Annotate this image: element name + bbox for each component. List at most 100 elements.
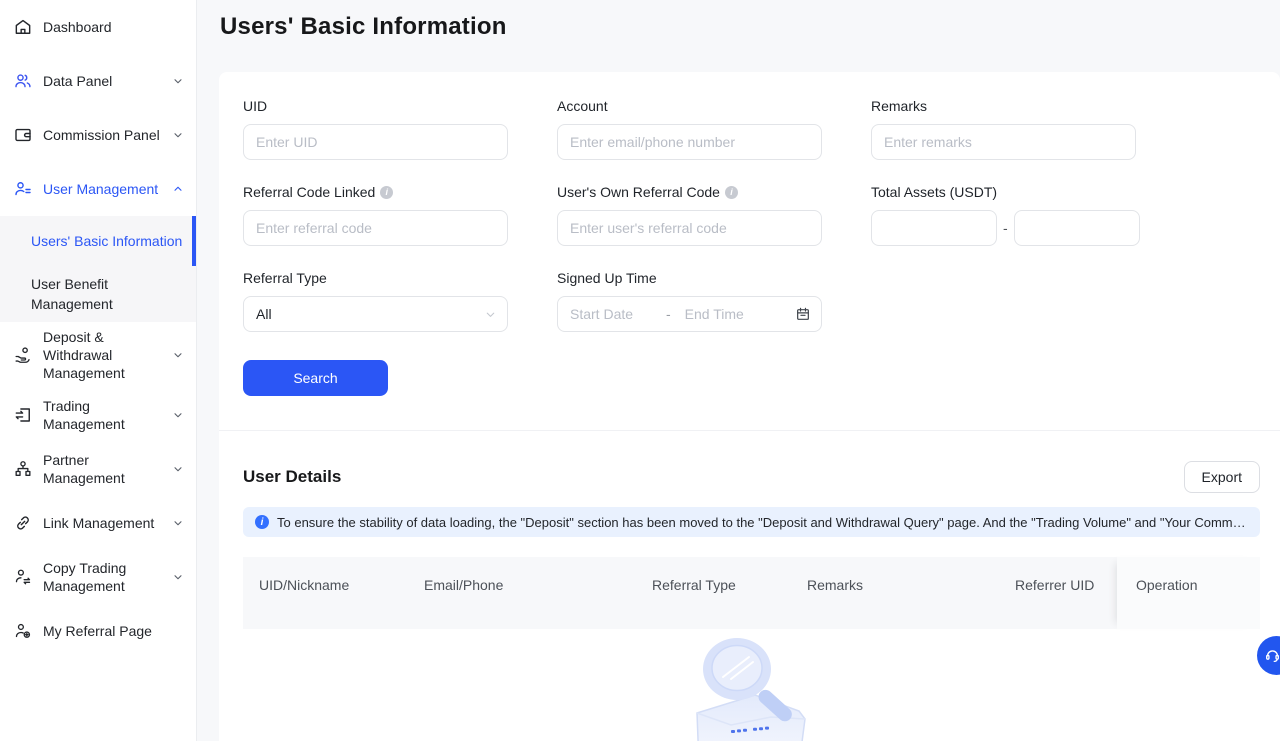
sidebar-item-commission-panel[interactable]: Commission Panel bbox=[0, 108, 196, 162]
table-header-row: UID/Nickname Email/Phone Referral Type R… bbox=[243, 557, 1260, 629]
chevron-down-icon bbox=[172, 516, 186, 530]
filter-form: UID Account Remarks Referral Code Linked… bbox=[219, 72, 1280, 430]
sidebar-item-my-referral-page[interactable]: My Referral Page bbox=[0, 604, 196, 658]
info-icon: i bbox=[255, 515, 269, 529]
total-assets-range: - bbox=[871, 210, 1136, 246]
referral-code-linked-input[interactable] bbox=[243, 210, 508, 246]
signed-up-time-group: Signed Up Time - bbox=[557, 270, 822, 332]
user-arrows-icon bbox=[12, 566, 34, 588]
notice-banner: i To ensure the stability of data loadin… bbox=[243, 507, 1260, 537]
user-management-submenu: Users' Basic Information User Benefit Ma… bbox=[0, 216, 196, 322]
column-operation: Operation bbox=[1117, 557, 1260, 629]
sidebar-item-deposit-withdrawal-management[interactable]: Deposit & Withdrawal Management bbox=[0, 322, 196, 388]
uid-label: UID bbox=[243, 98, 508, 114]
chevron-down-icon bbox=[172, 570, 186, 584]
page-title: Users' Basic Information bbox=[220, 13, 1280, 41]
total-assets-label: Total Assets (USDT) bbox=[871, 184, 1136, 200]
own-referral-code-label: User's Own Referral Code i bbox=[557, 184, 822, 200]
total-assets-group: Total Assets (USDT) - bbox=[871, 184, 1136, 246]
own-referral-code-label-text: User's Own Referral Code bbox=[557, 184, 720, 200]
own-referral-code-input[interactable] bbox=[557, 210, 822, 246]
column-email-phone: Email/Phone bbox=[408, 557, 636, 629]
remarks-label: Remarks bbox=[871, 98, 1136, 114]
user-plus-icon bbox=[12, 620, 34, 642]
user-list-icon bbox=[12, 178, 34, 200]
sidebar: Dashboard Data Panel Commission Panel Us… bbox=[0, 0, 197, 741]
column-referral-type: Referral Type bbox=[636, 557, 791, 629]
sidebar-item-users-basic-information[interactable]: Users' Basic Information bbox=[0, 216, 196, 266]
referral-code-linked-label: Referral Code Linked i bbox=[243, 184, 508, 200]
referral-code-linked-label-text: Referral Code Linked bbox=[243, 184, 375, 200]
info-icon[interactable]: i bbox=[380, 186, 393, 199]
hand-coin-icon bbox=[12, 344, 34, 366]
uid-input[interactable] bbox=[243, 124, 508, 160]
referral-type-value: All bbox=[256, 306, 272, 322]
main-content: Users' Basic Information UID Account Rem… bbox=[197, 0, 1280, 741]
chevron-down-icon bbox=[172, 74, 186, 88]
sidebar-item-label: Deposit & Withdrawal Management bbox=[43, 328, 168, 382]
table-body-empty bbox=[243, 629, 1260, 741]
sidebar-item-label: User Management bbox=[43, 180, 168, 198]
user-details-title: User Details bbox=[243, 467, 341, 487]
chevron-down-icon bbox=[172, 462, 186, 476]
sidebar-item-dashboard[interactable]: Dashboard bbox=[0, 0, 196, 54]
total-assets-min-input[interactable] bbox=[871, 210, 997, 246]
sidebar-item-label: Trading Management bbox=[43, 397, 168, 433]
sidebar-item-label: Users' Basic Information bbox=[31, 231, 183, 251]
sidebar-item-user-management[interactable]: User Management bbox=[0, 162, 196, 216]
chevron-down-icon bbox=[484, 308, 497, 321]
content-card: UID Account Remarks Referral Code Linked… bbox=[219, 72, 1280, 741]
uid-field-group: UID bbox=[243, 98, 508, 160]
sidebar-item-data-panel[interactable]: Data Panel bbox=[0, 54, 196, 108]
column-uid-nickname: UID/Nickname bbox=[243, 557, 408, 629]
column-remarks: Remarks bbox=[791, 557, 999, 629]
sidebar-item-trading-management[interactable]: Trading Management bbox=[0, 388, 196, 442]
sidebar-item-user-benefit-management[interactable]: User Benefit Management bbox=[0, 266, 196, 322]
chevron-up-icon bbox=[172, 182, 186, 196]
referral-type-group: Referral Type All bbox=[243, 270, 508, 332]
chevron-down-icon bbox=[172, 128, 186, 142]
chevron-down-icon bbox=[172, 408, 186, 422]
start-date-input[interactable] bbox=[570, 306, 648, 322]
sidebar-item-link-management[interactable]: Link Management bbox=[0, 496, 196, 550]
sidebar-item-label: User Benefit Management bbox=[31, 274, 183, 314]
total-assets-max-input[interactable] bbox=[1014, 210, 1140, 246]
org-chart-icon bbox=[12, 458, 34, 480]
remarks-input[interactable] bbox=[871, 124, 1136, 160]
referral-type-label: Referral Type bbox=[243, 270, 508, 286]
search-button[interactable]: Search bbox=[243, 360, 388, 396]
export-button[interactable]: Export bbox=[1184, 461, 1260, 493]
wallet-icon bbox=[12, 124, 34, 146]
calendar-icon[interactable] bbox=[795, 306, 811, 322]
sidebar-item-label: Copy Trading Management bbox=[43, 559, 168, 595]
chevron-down-icon bbox=[172, 348, 186, 362]
notice-text: To ensure the stability of data loading,… bbox=[277, 515, 1248, 530]
sidebar-item-copy-trading-management[interactable]: Copy Trading Management bbox=[0, 550, 196, 604]
user-table: UID/Nickname Email/Phone Referral Type R… bbox=[243, 557, 1260, 741]
account-field-group: Account bbox=[557, 98, 822, 160]
end-time-input[interactable] bbox=[685, 306, 763, 322]
account-label: Account bbox=[557, 98, 822, 114]
own-referral-code-group: User's Own Referral Code i bbox=[557, 184, 822, 246]
sidebar-item-label: My Referral Page bbox=[43, 622, 186, 640]
sidebar-item-label: Commission Panel bbox=[43, 126, 168, 144]
transfer-icon bbox=[12, 404, 34, 426]
range-separator: - bbox=[1003, 220, 1008, 236]
date-separator: - bbox=[666, 306, 671, 322]
account-input[interactable] bbox=[557, 124, 822, 160]
signed-up-time-range-picker[interactable]: - bbox=[557, 296, 822, 332]
link-icon bbox=[12, 512, 34, 534]
column-referrer-uid: Referrer UID bbox=[999, 557, 1117, 629]
sidebar-item-label: Dashboard bbox=[43, 18, 186, 36]
home-icon bbox=[12, 16, 34, 38]
user-details-section: User Details Export i To ensure the stab… bbox=[219, 430, 1280, 741]
referral-code-linked-group: Referral Code Linked i bbox=[243, 184, 508, 246]
sidebar-item-label: Link Management bbox=[43, 514, 168, 532]
info-icon[interactable]: i bbox=[725, 186, 738, 199]
referral-type-select[interactable]: All bbox=[243, 296, 508, 332]
signed-up-time-label: Signed Up Time bbox=[557, 270, 822, 286]
remarks-field-group: Remarks bbox=[871, 98, 1136, 160]
page-header: Users' Basic Information bbox=[197, 0, 1280, 72]
sidebar-item-partner-management[interactable]: Partner Management bbox=[0, 442, 196, 496]
empty-state-illustration bbox=[667, 635, 837, 741]
